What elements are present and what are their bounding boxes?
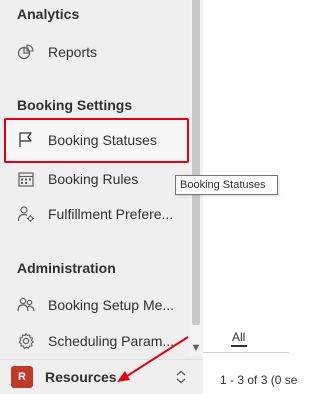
sidebar-item-label: Scheduling Param... bbox=[48, 333, 175, 349]
tab-all[interactable]: All bbox=[232, 330, 245, 344]
section-header-analytics: Analytics bbox=[17, 6, 80, 22]
flag-icon bbox=[17, 131, 35, 149]
chevron-up-down-icon[interactable] bbox=[173, 369, 189, 385]
fulfillment-icon bbox=[17, 205, 35, 223]
gear-icon bbox=[17, 332, 35, 350]
sidebar-item-fulfillment-preferences[interactable]: Fulfillment Prefere... bbox=[8, 196, 188, 232]
sidebar-item-label: Booking Statuses bbox=[48, 132, 157, 148]
reports-icon bbox=[17, 43, 35, 61]
people-icon bbox=[17, 296, 35, 314]
tab-all-underline bbox=[231, 345, 247, 347]
sitemap-sidebar: Analytics Reports Booking Settings Booki… bbox=[0, 0, 203, 394]
sidebar-item-booking-rules[interactable]: Booking Rules bbox=[8, 161, 188, 197]
sidebar-scrollbar-thumb[interactable] bbox=[192, 0, 200, 325]
sidebar-item-scheduling-parameters[interactable]: Scheduling Param... bbox=[8, 323, 188, 359]
area-badge: R bbox=[11, 366, 33, 388]
sidebar-item-reports[interactable]: Reports bbox=[8, 34, 188, 70]
pager-status-text: 1 - 3 of 3 (0 se bbox=[220, 373, 298, 387]
tooltip: Booking Statuses bbox=[175, 175, 278, 195]
tab-divider bbox=[203, 352, 289, 353]
sidebar-item-label: Fulfillment Prefere... bbox=[48, 206, 174, 222]
section-header-booking-settings: Booking Settings bbox=[17, 97, 133, 113]
calendar-icon bbox=[17, 170, 35, 188]
sidebar-item-booking-setup-metadata[interactable]: Booking Setup Me... bbox=[8, 287, 188, 323]
sidebar-item-label: Booking Setup Me... bbox=[48, 297, 175, 313]
sidebar-item-label: Reports bbox=[48, 44, 98, 60]
sidebar-item-booking-statuses[interactable]: Booking Statuses bbox=[8, 122, 188, 158]
scroll-down-icon[interactable]: ▼ bbox=[188, 340, 204, 356]
area-label: Resources bbox=[45, 369, 117, 385]
section-header-administration: Administration bbox=[17, 260, 116, 276]
sidebar-item-label: Booking Rules bbox=[48, 171, 139, 187]
area-switcher[interactable]: R Resources bbox=[0, 359, 203, 394]
